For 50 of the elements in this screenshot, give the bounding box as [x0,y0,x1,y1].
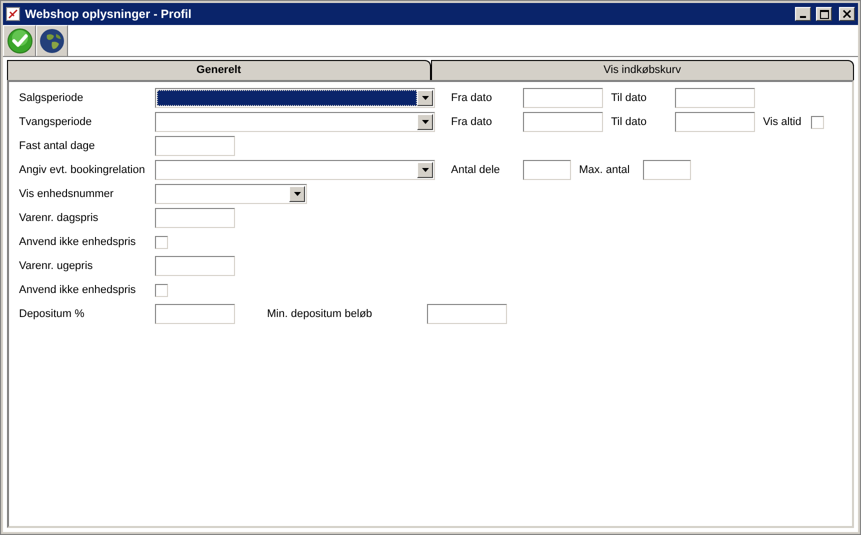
field-label: Min. depositum beløb [267,306,374,322]
checkbox[interactable] [811,116,824,128]
field-label: Vis enhedsnummer [19,186,115,202]
globe-icon [39,28,65,54]
window-title: Webshop oplysninger - Profil [25,6,192,23]
tab[interactable]: Generelt [7,60,430,80]
minimize-button[interactable] [795,7,811,21]
field-label: Til dato [611,90,648,106]
field-label: Til dato [611,114,648,130]
checkbox[interactable] [155,236,168,248]
text-field[interactable] [427,304,507,324]
close-icon [843,10,851,18]
text-field[interactable] [155,208,235,228]
dropdown-field[interactable] [155,160,435,180]
text-field[interactable] [643,160,691,180]
text-field[interactable] [523,112,603,132]
field-label: Fast antal dage [19,138,96,154]
maximize-button[interactable] [816,7,832,21]
text-field[interactable] [155,256,235,276]
confirm-button[interactable] [3,25,36,56]
close-button[interactable] [839,7,855,21]
tab[interactable]: Vis indkøbskurv [430,60,854,80]
checkbox[interactable] [155,284,168,296]
field-label: Vis altid [763,114,802,130]
field-label: Depositum % [19,306,86,322]
text-field[interactable] [523,88,603,108]
field-label: Varenr. ugepris [19,258,94,274]
text-field[interactable] [155,136,235,156]
field-label: Fra dato [451,90,493,106]
text-field[interactable] [523,160,571,180]
field-label: Tvangsperiode [19,114,93,130]
field-label: Max. antal [579,162,631,178]
field-label: Antal dele [451,162,501,178]
minimize-icon [800,16,806,18]
text-field[interactable] [155,304,235,324]
field-label: Fra dato [451,114,493,130]
text-field[interactable] [675,88,755,108]
field-label: Anvend ikke enhedspris [19,282,137,298]
dropdown-field[interactable] [155,112,435,132]
text-field[interactable] [675,112,755,132]
maximize-icon [820,10,828,18]
field-label: Anvend ikke enhedspris [19,234,137,250]
check-icon [6,28,32,54]
dropdown-field[interactable] [155,184,307,204]
app-icon [6,7,20,21]
globe-button[interactable] [36,25,68,56]
field-label: Salgsperiode [19,90,84,106]
field-label: Varenr. dagspris [19,210,100,226]
dropdown-field[interactable] [155,88,435,108]
field-label: Angiv evt. bookingrelation [19,162,146,178]
